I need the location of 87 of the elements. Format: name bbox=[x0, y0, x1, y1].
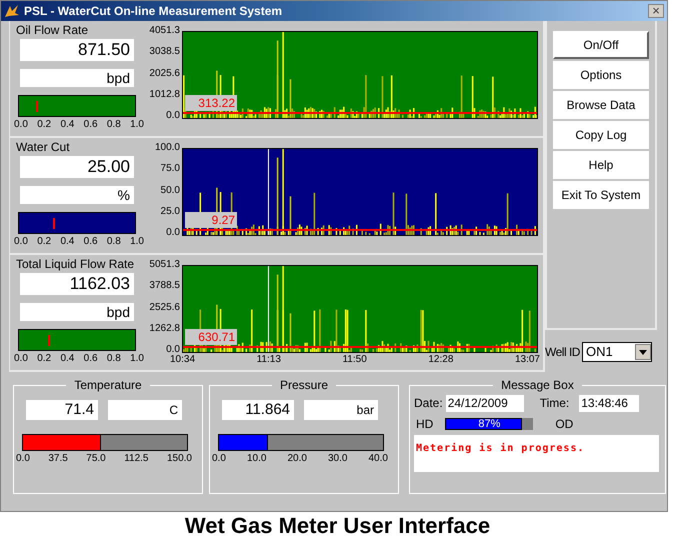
y-tick-label: 75.0 bbox=[160, 163, 180, 174]
y-tick-label: 0.0 bbox=[166, 344, 180, 355]
scale-tick-label: 30.0 bbox=[328, 453, 348, 465]
y-tick-label: 3038.5 bbox=[149, 46, 180, 58]
action-button[interactable]: On/Off bbox=[553, 31, 649, 59]
window-title: PSL - WaterCut On-line Measurement System bbox=[24, 3, 282, 20]
value-field: 871.50 bbox=[20, 39, 134, 61]
y-tick-label: 0.0 bbox=[166, 227, 180, 238]
value-field: 1162.03 bbox=[20, 273, 134, 295]
group-title: Pressure bbox=[278, 377, 330, 394]
gauge-tick-label: 0.8 bbox=[106, 353, 121, 365]
scale-tick-label: 0.0 bbox=[16, 453, 30, 465]
scale-tick-label: 40.0 bbox=[368, 453, 388, 465]
y-tick-label: 2525.6 bbox=[149, 302, 180, 312]
gauge-tick-label: 1.0 bbox=[130, 236, 144, 248]
gauge-tick-label: 1.0 bbox=[130, 119, 144, 131]
x-tick-label: 13:07 bbox=[514, 354, 540, 366]
section-label: Total Liquid Flow Rate bbox=[16, 257, 136, 271]
scale-tick-label: 20.0 bbox=[287, 453, 307, 465]
y-tick-label: 3788.5 bbox=[149, 280, 180, 292]
y-tick-label: 100.0 bbox=[154, 142, 180, 153]
scale-tick-label: 0.0 bbox=[212, 453, 226, 465]
section-label: Water Cut bbox=[16, 140, 71, 154]
unit-field: C bbox=[108, 400, 182, 420]
group-title: Temperature bbox=[73, 377, 143, 394]
gauge-tick-label: 0.2 bbox=[37, 119, 52, 131]
action-button[interactable]: Options bbox=[553, 61, 649, 89]
scale-tick-label: 112.5 bbox=[124, 453, 148, 465]
gauge-tick-label: 0.2 bbox=[37, 353, 52, 365]
date-field: 24/12/2009 bbox=[446, 394, 524, 412]
x-tick-label: 11:13 bbox=[256, 354, 281, 366]
value-field: 11.864 bbox=[222, 400, 294, 420]
x-tick-label: 11:50 bbox=[342, 354, 367, 366]
group-title: Message Box bbox=[500, 377, 575, 394]
scale-tick-label: 10.0 bbox=[246, 453, 266, 465]
y-tick-label: 1262.8 bbox=[149, 322, 180, 334]
hd-label: HD bbox=[416, 416, 434, 433]
y-tick-label: 1012.8 bbox=[149, 88, 180, 100]
mean-value-label: 9.27 bbox=[185, 212, 237, 228]
figure-caption: Wet Gas Meter User Interface bbox=[184, 512, 492, 540]
scale-tick-label: 75.0 bbox=[86, 453, 106, 465]
y-tick-label: 50.0 bbox=[160, 184, 180, 196]
time-field: 13:48:46 bbox=[579, 394, 640, 412]
well-id-dropdown[interactable]: ON1 bbox=[582, 342, 652, 362]
gauge-tick-label: 0.4 bbox=[60, 119, 74, 131]
time-label: Time: bbox=[540, 395, 570, 412]
gauge-tick-label: 0.8 bbox=[106, 119, 121, 131]
y-tick-label: 0.0 bbox=[166, 110, 180, 121]
progress-label: 87% bbox=[477, 418, 502, 430]
gauge-tick-label: 0.6 bbox=[84, 353, 98, 365]
gauge-tick-label: 0.0 bbox=[14, 236, 28, 248]
gauge-tick-label: 0.0 bbox=[14, 353, 28, 365]
unit-field: bpd bbox=[20, 69, 134, 87]
gauge-tick-label: 0.0 bbox=[14, 119, 28, 131]
y-tick-label: 25.0 bbox=[160, 206, 180, 217]
section-label: Oil Flow Rate bbox=[16, 23, 90, 37]
unit-field: bpd bbox=[20, 303, 134, 321]
scale-tick-label: 37.5 bbox=[48, 453, 68, 465]
well-id-label: Well ID bbox=[545, 344, 580, 361]
x-tick-label: 10:34 bbox=[170, 354, 196, 366]
value-field: 25.00 bbox=[20, 156, 134, 178]
gauge-tick-label: 0.8 bbox=[106, 236, 121, 248]
x-tick-label: 12:28 bbox=[428, 354, 454, 366]
y-tick-label: 2025.6 bbox=[149, 68, 180, 78]
action-button[interactable]: Browse Data bbox=[553, 91, 649, 119]
unit-field: % bbox=[20, 186, 134, 204]
gauge-tick-label: 0.4 bbox=[60, 236, 74, 248]
unit-field: bar bbox=[304, 400, 378, 420]
date-label: Date: bbox=[414, 395, 443, 412]
gauge-tick-label: 0.4 bbox=[60, 353, 74, 365]
action-button[interactable]: Exit To System bbox=[553, 181, 649, 209]
status-message: Metering is in progress. bbox=[416, 443, 584, 454]
y-tick-label: 5051.3 bbox=[149, 259, 180, 270]
gauge-tick-label: 1.0 bbox=[130, 353, 144, 365]
close-button[interactable]: × bbox=[648, 4, 664, 18]
y-tick-label: 4051.3 bbox=[149, 25, 180, 36]
mean-value-label: 313.22 bbox=[185, 94, 237, 111]
gauge-tick-label: 0.6 bbox=[84, 236, 98, 248]
mean-value-label: 630.71 bbox=[185, 328, 237, 345]
od-label: OD bbox=[555, 416, 574, 433]
app-icon bbox=[4, 4, 20, 18]
value-field: 71.4 bbox=[26, 400, 98, 420]
scale-tick-label: 150.0 bbox=[166, 453, 192, 465]
gauge-tick-label: 0.6 bbox=[84, 119, 98, 131]
action-button[interactable]: Help bbox=[553, 151, 649, 179]
action-button[interactable]: Copy Log bbox=[553, 121, 649, 149]
gauge-tick-label: 0.2 bbox=[37, 236, 52, 248]
